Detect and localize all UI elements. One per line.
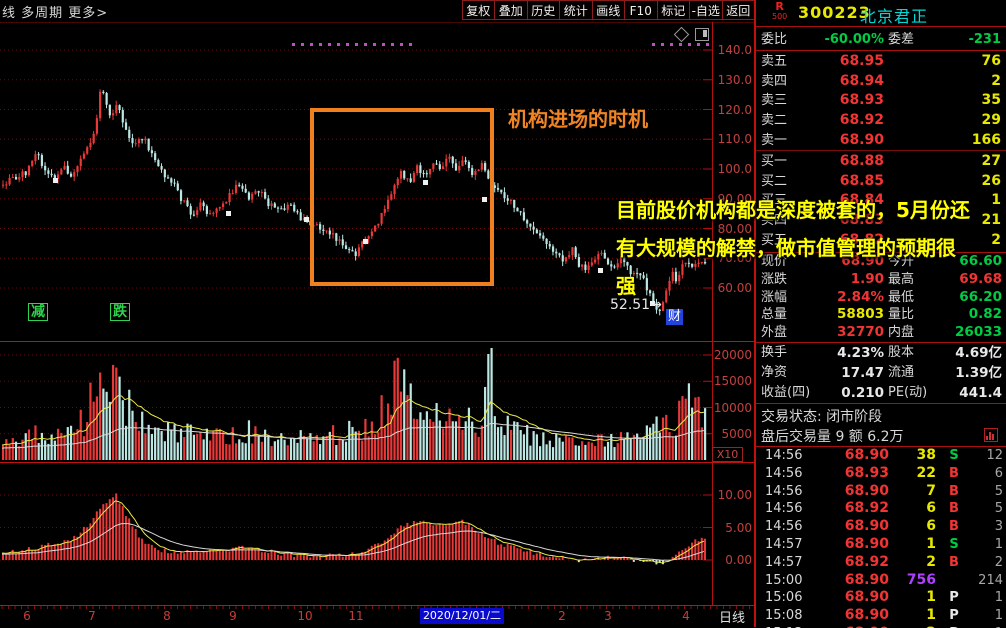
date-tick-label: 9 [229,609,237,623]
low-price-note: 52.51→ [610,297,662,313]
marker-jian[interactable]: 减 [28,303,48,321]
ask-row[interactable]: 卖二 68.92 29 [756,111,1006,131]
date-tick-label: 3 [604,609,612,623]
annotation-box [310,108,494,286]
date-highlight-box: 2020/12/01/二 [420,608,504,624]
volume-tick-label: 10000 [713,400,752,415]
date-tick-label: 11 [348,609,364,623]
margin-flag: R 500 [772,0,788,21]
fin-row: 换手 4.23% 股本 4.69亿 [761,345,1002,361]
indicator-tick-label: 5.00 [725,520,752,535]
tick-row: 14:57 68.90 1 S 1 [765,535,1003,552]
date-tick-label: 8 [163,609,171,623]
price-tick-label: 110.0 [717,132,752,147]
period-label[interactable]: 日线 [719,607,745,626]
weibi-value: -60.00% [824,32,884,47]
bid-row[interactable]: 买一 68.88 27 [756,152,1006,172]
date-tick-label: 4 [682,609,690,623]
annotation-line1: 目前股价机构都是深度被套的，5月份还 [616,198,970,222]
marker-die[interactable]: 跌 [110,303,130,321]
tick-row: 14:56 68.90 6 B 3 [765,518,1003,535]
stock-header: R 500 300223 北京君正 [756,0,1006,27]
panel-layout-icon[interactable] [695,28,709,41]
price-tick-label: 130.0 [717,72,752,87]
tick-row: 14:57 68.92 2 B 2 [765,553,1003,570]
bid-row[interactable]: 买二 68.85 26 [756,172,1006,192]
tick-row: 15:08 68.90 1 P 1 [765,607,1003,624]
ask-row[interactable]: 卖五 68.95 76 [756,52,1006,72]
weicha-value: -231 [968,32,1001,47]
tick-row: 15:06 68.90 1 P 1 [765,589,1003,606]
quote-panel: R 500 300223 北京君正 委比 -60.00% 委差 -231 卖五 68… [755,0,1006,628]
ask-row[interactable]: 卖三 68.93 35 [756,91,1006,111]
tick-row: 14:56 68.92 6 B 5 [765,500,1003,517]
weibi-row: 委比 -60.00% 委差 -231 [756,28,1006,51]
date-tick-label: 2 [558,609,566,623]
tick-row: 14:56 68.90 38 S 12 [765,447,1003,463]
date-tick-label: 10 [297,609,313,623]
tick-list[interactable]: 14:56 68.90 38 S 12 14:56 68.93 22 B 6 14:56 68.90 7… [756,446,1006,628]
price-tick-label: 100.0 [717,162,752,176]
ask-row[interactable]: 卖四 68.94 2 [756,72,1006,92]
volume-tick-label: 5000 [721,426,752,441]
annotation-title: 机构进场的时机 [508,107,648,131]
date-tick-label: 7 [88,609,96,623]
ask-levels: 卖五 68.95 76 卖四 68.94 2 卖三 68.93 35 卖二 68.92 29 卖一 68.… [756,52,1006,152]
annotation-line2: 有大规模的解禁，做市值管理的预期很 [616,236,956,260]
volume-tick-label: 20000 [713,348,752,362]
ask-row[interactable]: 卖一 68.90 166 [756,131,1006,151]
tick-row: 15:00 68.90 756 214 [765,571,1003,588]
stat-row: 总量 58803 量比 0.82 [761,306,1002,323]
price-tick-label: 120.0 [717,102,752,117]
volume-multiplier-label: X10 [712,447,743,462]
stat-row: 涨跌 1.90 最高 69.68 [761,270,1002,287]
stock-name: 北京君正 [860,7,929,26]
indicator-tick-label: 10.00 [717,488,752,502]
date-tick-label: 6 [23,609,31,623]
marker-cai[interactable]: 财 [666,309,684,325]
after-hours-volume: 盘后交易量 9 额 6.2万 [761,429,904,445]
tick-row: 14:56 68.93 22 B 6 [765,464,1003,481]
price-tick-label: 60.00 [717,281,752,295]
stats-block: 现价 68.90 今开 66.60 涨跌 1.90 最高 69.68 涨幅 2.84% 最低 66.2… [756,252,1006,343]
stat-row: 涨幅 2.84% 最低 66.20 [761,288,1002,305]
price-tick-label: 140.0 [717,43,752,57]
trade-status: 交易状态: 闭市阶段 [761,409,883,425]
fin-row: 净资 17.47 流通 1.39亿 [761,365,1002,381]
stat-row: 外盘 32770 内盘 26033 [761,324,1002,341]
annotation-line3: 强 [616,274,636,298]
indicator-tick-label: 0.00 [725,553,752,567]
trading-terminal: 线 多周期 更多> 复权 叠加 历史 统计 画线 F10 标记 -自选 返回 140.0 130.… [0,0,1006,628]
financials-block: 换手 4.23% 股本 4.69亿 净资 17.47 流通 1.39亿 收益(四) 0.210 PE… [756,343,1006,404]
volume-chart-icon[interactable] [984,428,998,442]
volume-tick-label: 15000 [713,374,752,389]
tick-row: 14:56 68.90 7 B 5 [765,482,1003,499]
fin-row: 收益(四) 0.210 PE(动) 441.4 [761,385,1002,401]
